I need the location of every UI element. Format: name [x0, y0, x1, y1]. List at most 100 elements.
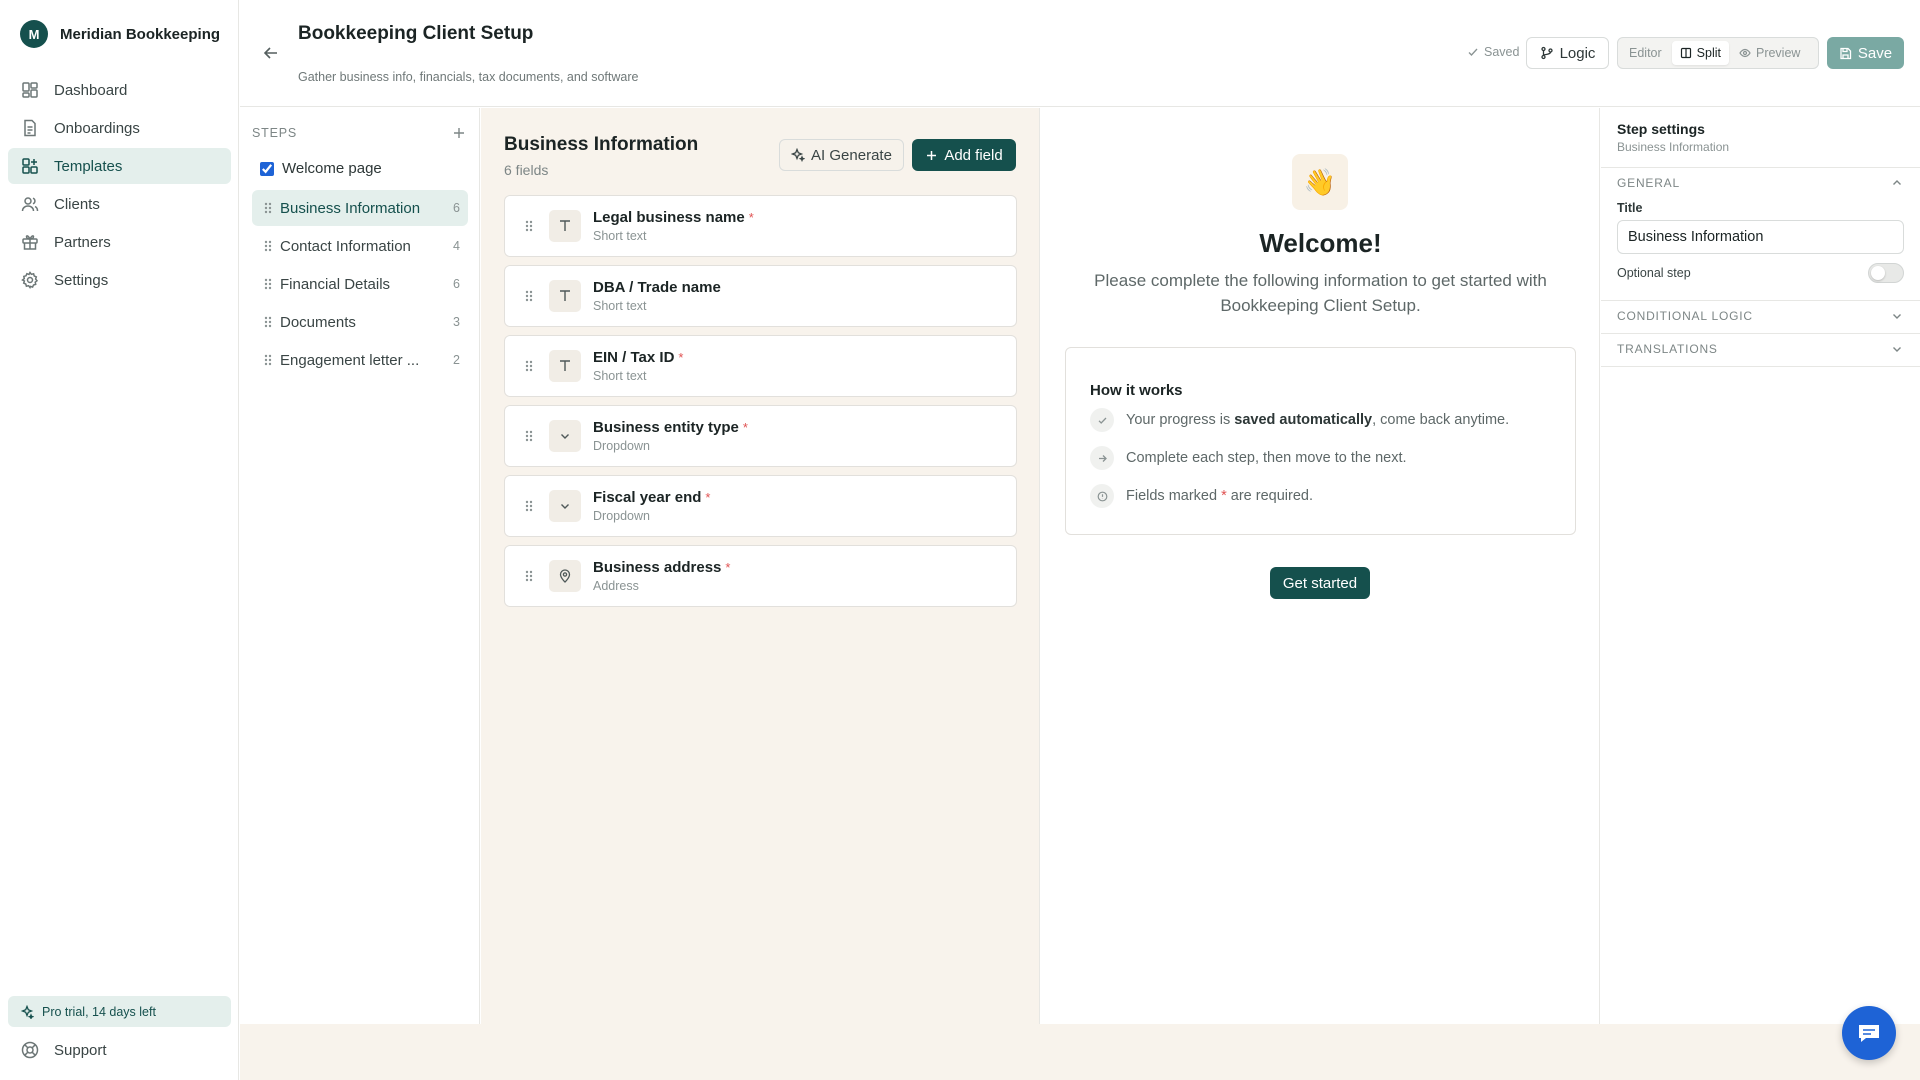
support-link[interactable]: Support	[20, 1040, 107, 1060]
field-name: Business entity type	[593, 419, 739, 436]
translations-label: TRANSLATIONS	[1617, 342, 1718, 356]
field-card[interactable]: Legal business name * Short text	[504, 195, 1017, 257]
back-button[interactable]	[260, 42, 282, 64]
required-marker: *	[705, 490, 711, 505]
step-item[interactable]: Business Information 6	[252, 190, 468, 226]
step-field-count: 3	[453, 315, 460, 329]
drag-handle-icon[interactable]	[523, 358, 535, 374]
sidebar-item-label: Templates	[54, 157, 123, 175]
ai-generate-label: AI Generate	[811, 146, 892, 164]
chat-icon	[1855, 1019, 1883, 1047]
brand-avatar: M	[20, 20, 48, 48]
save-label: Save	[1857, 44, 1893, 62]
save-button[interactable]: Save	[1827, 37, 1904, 69]
conditional-logic-section-toggle[interactable]: CONDITIONAL LOGIC	[1617, 309, 1904, 323]
editor-title: Business Information	[504, 134, 699, 155]
arrow-left-icon	[263, 47, 277, 59]
chevron-up-icon	[1890, 176, 1904, 190]
add-field-button[interactable]: Add field	[912, 139, 1016, 171]
field-card[interactable]: DBA / Trade name Short text	[504, 265, 1017, 327]
drag-handle-icon[interactable]	[262, 200, 274, 216]
drag-handle-icon[interactable]	[523, 288, 535, 304]
mode-split[interactable]: Split	[1671, 41, 1729, 65]
sidebar-item-label: Onboardings	[54, 119, 140, 137]
add-step-button[interactable]	[450, 124, 468, 142]
drag-handle-icon[interactable]	[262, 314, 274, 330]
step-title-input[interactable]	[1617, 220, 1904, 254]
translations-section-toggle[interactable]: TRANSLATIONS	[1617, 342, 1904, 356]
sidebar: M Meridian Bookkeeping Dashboard Onboard…	[0, 0, 239, 1080]
drag-handle-icon[interactable]	[523, 568, 535, 584]
divider	[1601, 366, 1920, 367]
mode-editor-label: Editor	[1629, 46, 1662, 60]
field-card[interactable]: EIN / Tax ID * Short text	[504, 335, 1017, 397]
chevron-down-icon	[1890, 342, 1904, 356]
gear-icon	[20, 270, 40, 290]
trial-text: Pro trial, 14 days left	[42, 1004, 156, 1019]
drag-handle-icon[interactable]	[523, 218, 535, 234]
logic-button[interactable]: Logic	[1526, 37, 1609, 69]
step-item[interactable]: Financial Details 6	[252, 266, 468, 302]
mode-editor[interactable]: Editor	[1621, 41, 1670, 65]
required-marker: *	[748, 210, 754, 225]
save-icon	[1839, 47, 1852, 60]
chevron-down-icon	[549, 490, 581, 522]
drag-handle-icon[interactable]	[262, 238, 274, 254]
add-field-label: Add field	[944, 146, 1003, 164]
general-section-toggle[interactable]: GENERAL	[1617, 176, 1904, 190]
lifebuoy-icon	[20, 1040, 40, 1060]
view-mode-switch: Editor Split Preview	[1617, 37, 1819, 69]
bottom-strip	[240, 1024, 1920, 1080]
how-it-works-card: How it works Your progress is saved auto…	[1065, 347, 1576, 535]
required-marker: *	[742, 420, 748, 435]
drag-handle-icon[interactable]	[523, 428, 535, 444]
conditional-logic-label: CONDITIONAL LOGIC	[1617, 309, 1753, 323]
field-card[interactable]: Business entity type * Dropdown	[504, 405, 1017, 467]
field-name: Fiscal year end	[593, 489, 702, 506]
trial-banner[interactable]: Pro trial, 14 days left	[8, 996, 231, 1027]
general-section-label: GENERAL	[1617, 176, 1680, 190]
editor-panel: Business Information 6 fields AI Generat…	[481, 108, 1040, 1024]
step-item[interactable]: Documents 3	[252, 304, 468, 340]
welcome-page-checkbox[interactable]	[260, 161, 274, 176]
sidebar-item-partners[interactable]: Partners	[8, 224, 231, 260]
step-item[interactable]: Engagement letter ... 2	[252, 342, 468, 378]
plus-icon	[454, 128, 464, 138]
how-item-required: Fields marked * are required.	[1090, 484, 1313, 508]
page-header: Bookkeeping Client Setup Gather business…	[240, 0, 1920, 107]
sidebar-item-onboardings[interactable]: Onboardings	[8, 110, 231, 146]
branch-icon	[1540, 46, 1554, 60]
sidebar-item-settings[interactable]: Settings	[8, 262, 231, 298]
drag-handle-icon[interactable]	[523, 498, 535, 514]
step-item[interactable]: Contact Information 4	[252, 228, 468, 264]
drag-handle-icon[interactable]	[262, 352, 274, 368]
step-settings-title: Step settings	[1617, 121, 1705, 137]
how-it-works-title: How it works	[1090, 382, 1183, 399]
ai-generate-button[interactable]: AI Generate	[779, 139, 904, 171]
document-icon	[20, 118, 40, 138]
optional-step-toggle[interactable]	[1868, 263, 1904, 283]
drag-handle-icon[interactable]	[262, 276, 274, 292]
text-icon	[549, 280, 581, 312]
field-card[interactable]: Fiscal year end * Dropdown	[504, 475, 1017, 537]
text-icon	[549, 350, 581, 382]
sidebar-item-clients[interactable]: Clients	[8, 186, 231, 222]
step-name: Financial Details	[280, 275, 391, 293]
sidebar-item-templates[interactable]: Templates	[8, 148, 231, 184]
sidebar-item-dashboard[interactable]: Dashboard	[8, 72, 231, 108]
step-list: Business Information 6 Contact Informati…	[252, 190, 468, 380]
chat-widget-button[interactable]	[1842, 1006, 1896, 1060]
sidebar-item-label: Dashboard	[54, 81, 128, 99]
brand-name: Meridian Bookkeeping	[60, 25, 221, 43]
support-label: Support	[54, 1041, 107, 1059]
brand[interactable]: M Meridian Bookkeeping	[20, 20, 220, 48]
mode-preview[interactable]: Preview	[1731, 41, 1808, 65]
welcome-page-toggle[interactable]: Welcome page	[260, 160, 382, 177]
field-card[interactable]: Business address * Address	[504, 545, 1017, 607]
sparkle-icon	[20, 1004, 34, 1019]
title-field-label: Title	[1617, 201, 1643, 215]
get-started-button[interactable]: Get started	[1270, 567, 1370, 599]
logic-label: Logic	[1559, 44, 1596, 62]
how-item-text: Complete each step, then move to the nex…	[1126, 450, 1407, 466]
how-item-steps: Complete each step, then move to the nex…	[1090, 446, 1407, 470]
